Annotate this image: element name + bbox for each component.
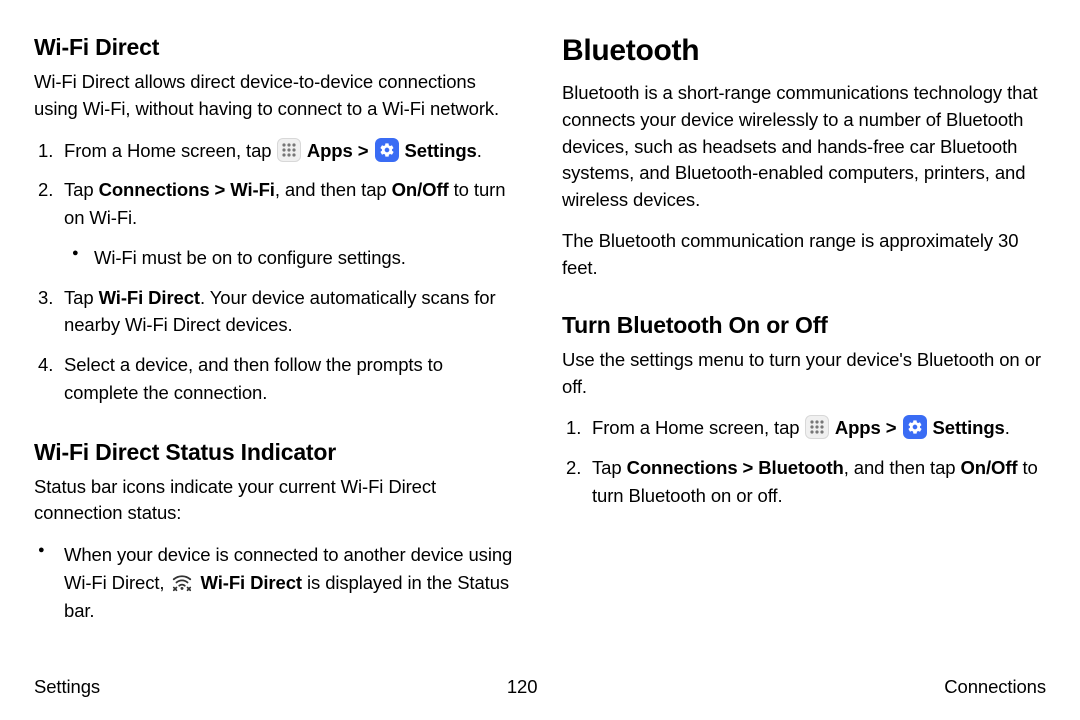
arrow: > <box>881 417 902 438</box>
bt-intro: Bluetooth is a short-range communication… <box>562 80 1046 214</box>
settings-icon <box>903 415 927 439</box>
bb: Wi-Fi Direct <box>195 572 301 593</box>
right-column: Bluetooth Bluetooth is a short-range com… <box>562 34 1046 654</box>
status-bullet: When your device is connected to another… <box>34 541 518 624</box>
footer-page-number: 120 <box>507 676 538 698</box>
bt-range: The Bluetooth communication range is app… <box>562 228 1046 282</box>
apps-icon <box>277 138 301 162</box>
s2a: Tap <box>64 179 99 200</box>
step-2: Tap Connections > Wi-Fi, and then tap On… <box>34 176 518 271</box>
left-column: Wi-Fi Direct Wi-Fi Direct allows direct … <box>34 34 518 654</box>
settings-label: Settings <box>928 417 1005 438</box>
bt2c: , and then tap <box>844 457 961 478</box>
status-intro: Status bar icons indicate your current W… <box>34 474 518 528</box>
footer-left: Settings <box>34 676 100 698</box>
apps-label: Apps <box>830 417 880 438</box>
bt-step-1: From a Home screen, tap Apps > Settings. <box>562 414 1046 442</box>
status-bullets: When your device is connected to another… <box>34 541 518 624</box>
step-3: Tap Wi-Fi Direct. Your device automatica… <box>34 284 518 340</box>
step2-sub: Wi-Fi must be on to configure settings. <box>64 244 518 272</box>
wifi-direct-steps: From a Home screen, tap Apps > Settings. <box>34 137 518 407</box>
page-columns: Wi-Fi Direct Wi-Fi Direct allows direct … <box>34 34 1046 654</box>
bt2b: Connections > Bluetooth <box>627 457 844 478</box>
footer-right: Connections <box>944 676 1046 698</box>
settings-icon <box>375 138 399 162</box>
wifi-direct-icon <box>170 570 194 594</box>
heading-wifi-direct: Wi-Fi Direct <box>34 34 518 61</box>
bt-step-2: Tap Connections > Bluetooth, and then ta… <box>562 454 1046 510</box>
period: . <box>1005 417 1010 438</box>
bt2a: Tap <box>592 457 627 478</box>
page-footer: Settings 120 Connections <box>34 676 1046 698</box>
s2d: On/Off <box>392 179 449 200</box>
step-4: Select a device, and then follow the pro… <box>34 351 518 407</box>
heading-turn-bt: Turn Bluetooth On or Off <box>562 312 1046 339</box>
apps-icon <box>805 415 829 439</box>
s3b: Wi-Fi Direct <box>99 287 200 308</box>
heading-bluetooth: Bluetooth <box>562 34 1046 68</box>
bt2d: On/Off <box>961 457 1018 478</box>
bt-steps: From a Home screen, tap Apps > Settings. <box>562 414 1046 509</box>
apps-label: Apps <box>302 140 352 161</box>
wifi-direct-intro: Wi-Fi Direct allows direct device-to-dev… <box>34 69 518 123</box>
period: . <box>477 140 482 161</box>
step1-text: From a Home screen, tap <box>64 140 276 161</box>
step-1: From a Home screen, tap Apps > Settings. <box>34 137 518 165</box>
bt-use: Use the settings menu to turn your devic… <box>562 347 1046 401</box>
s2b: Connections > Wi-Fi <box>99 179 275 200</box>
arrow: > <box>353 140 374 161</box>
s2c: , and then tap <box>275 179 392 200</box>
settings-label: Settings <box>400 140 477 161</box>
s3a: Tap <box>64 287 99 308</box>
heading-status-indicator: Wi-Fi Direct Status Indicator <box>34 439 518 466</box>
bt1a: From a Home screen, tap <box>592 417 804 438</box>
step2-sub-item: Wi-Fi must be on to configure settings. <box>64 244 518 272</box>
